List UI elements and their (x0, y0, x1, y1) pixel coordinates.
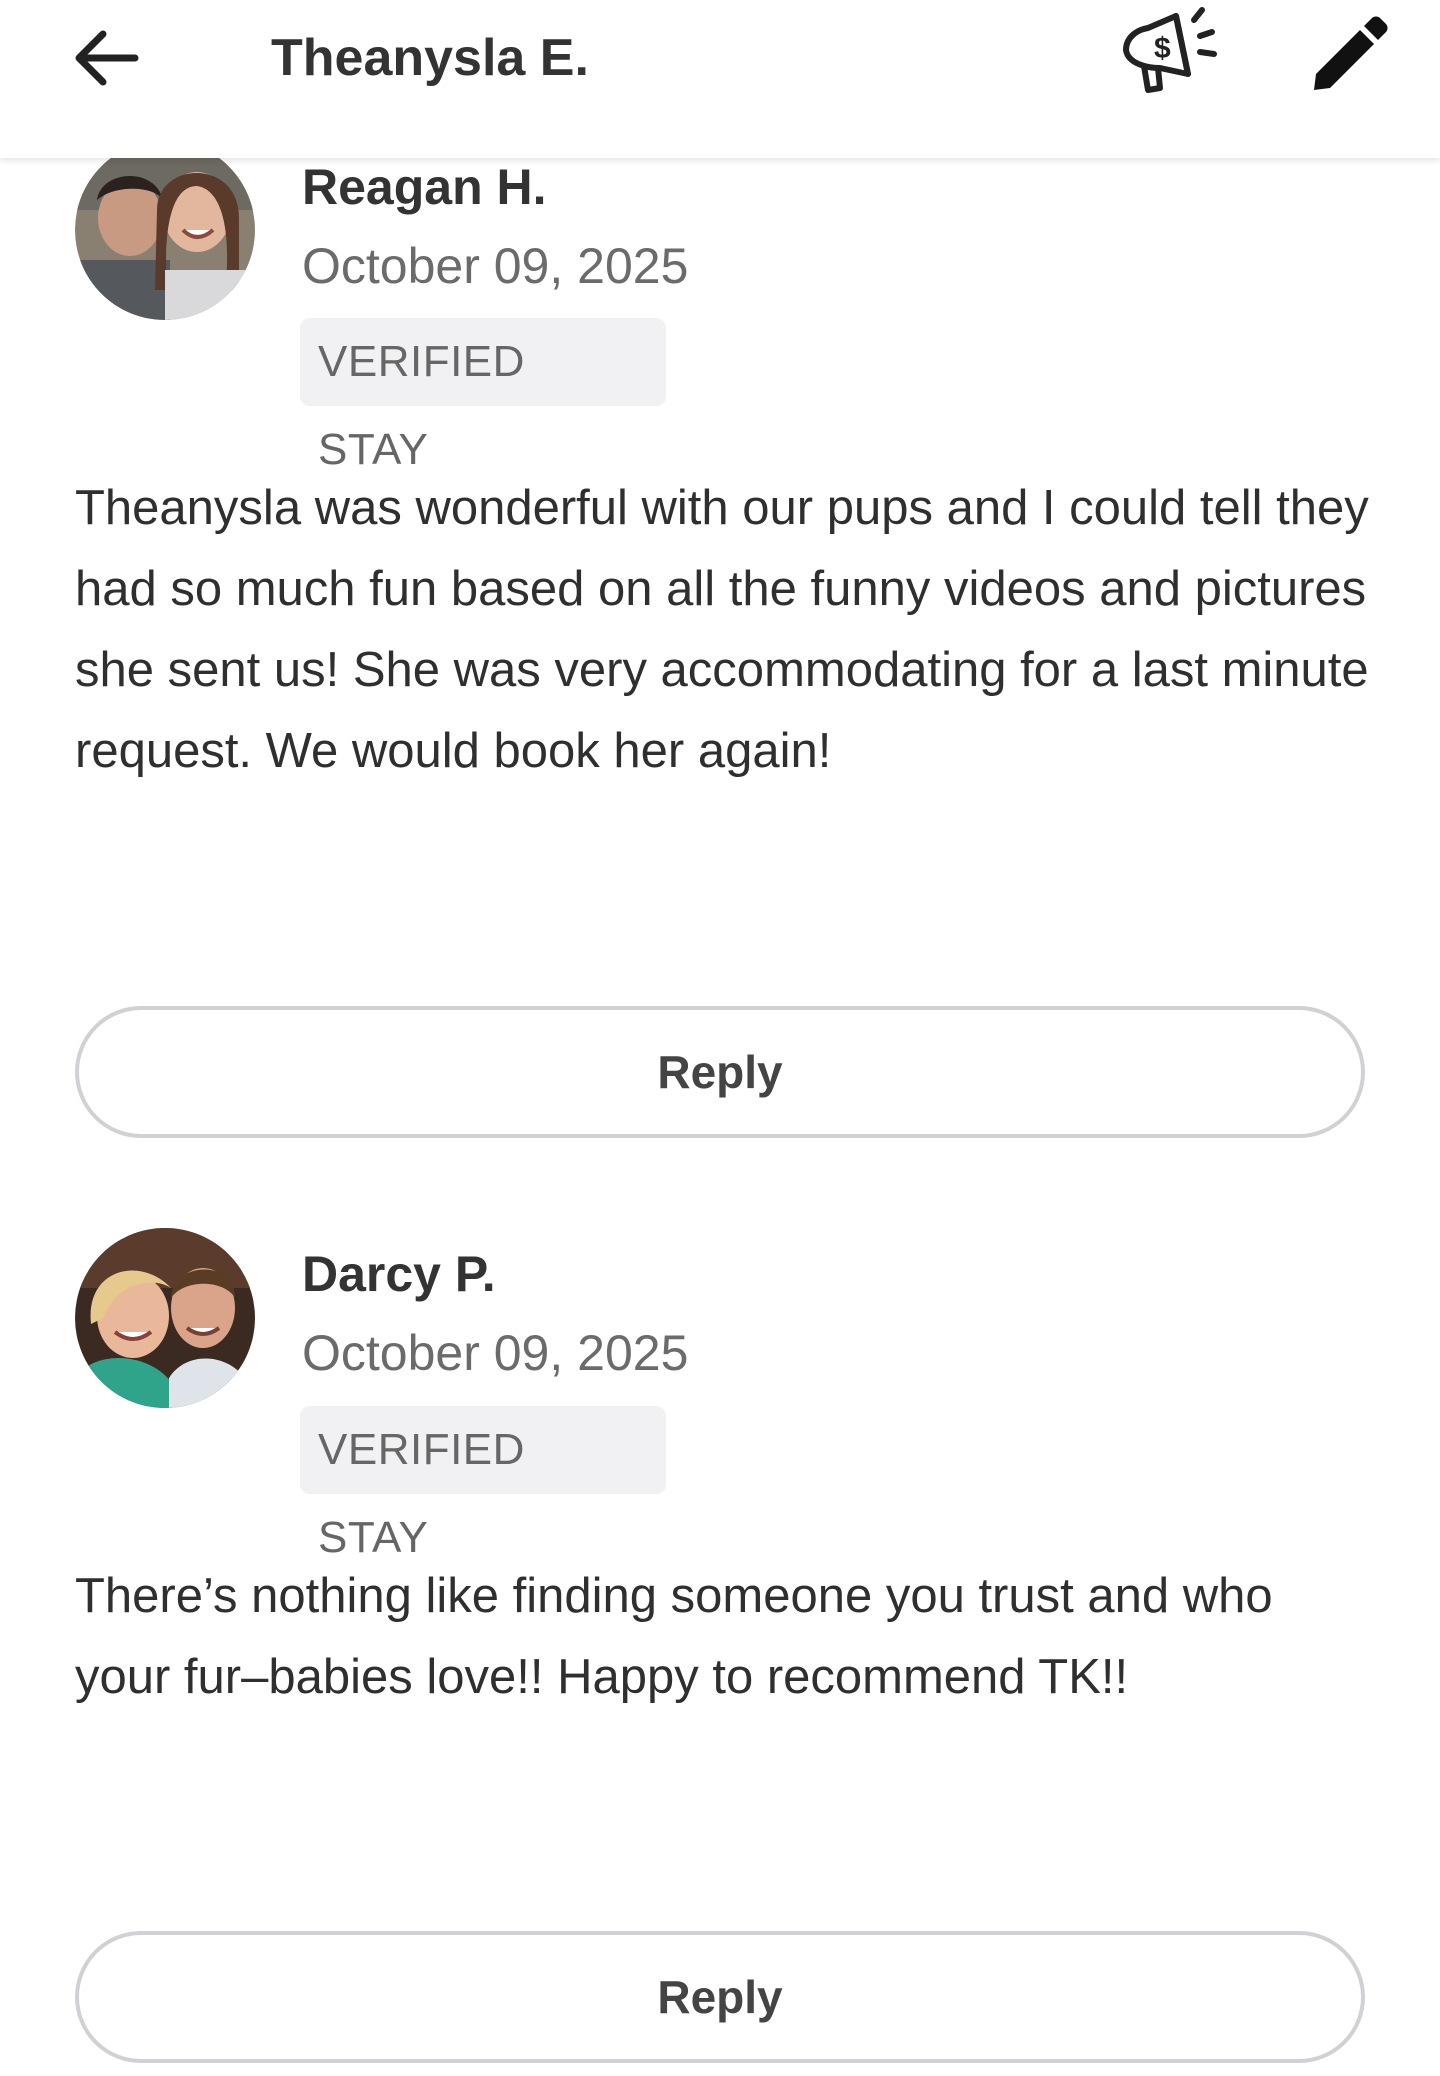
arrow-left-icon (75, 30, 139, 86)
avatar (75, 1228, 255, 1408)
megaphone-dollar-icon: $ (1123, 7, 1217, 93)
reply-button[interactable]: Reply (75, 1006, 1365, 1138)
review-date: October 09, 2025 (302, 238, 689, 294)
verified-stay-badge: VERIFIED STAY (300, 318, 666, 474)
top-app-bar: Theanysla E. $ (0, 0, 1440, 158)
pencil-icon (1314, 16, 1388, 90)
reviewer-name: Reagan H. (302, 159, 547, 215)
promote-button[interactable]: $ (1114, 2, 1224, 102)
page-title: Theanysla E. (271, 29, 589, 87)
review-text: Theanysla was wonderful with our pups an… (75, 481, 1369, 778)
back-button[interactable] (68, 20, 144, 96)
svg-text:$: $ (1154, 32, 1171, 65)
review-date: October 09, 2025 (302, 1325, 689, 1381)
reviewer-photo (75, 1228, 255, 1408)
reviewer-photo (75, 140, 255, 320)
avatar (75, 140, 255, 320)
review-text: There’s nothing like finding someone you… (75, 1569, 1273, 1704)
edit-button[interactable] (1306, 14, 1390, 98)
reply-button[interactable]: Reply (75, 1931, 1365, 2063)
reviewer-name: Darcy P. (302, 1246, 496, 1302)
verified-stay-badge: VERIFIED STAY (300, 1406, 666, 1562)
